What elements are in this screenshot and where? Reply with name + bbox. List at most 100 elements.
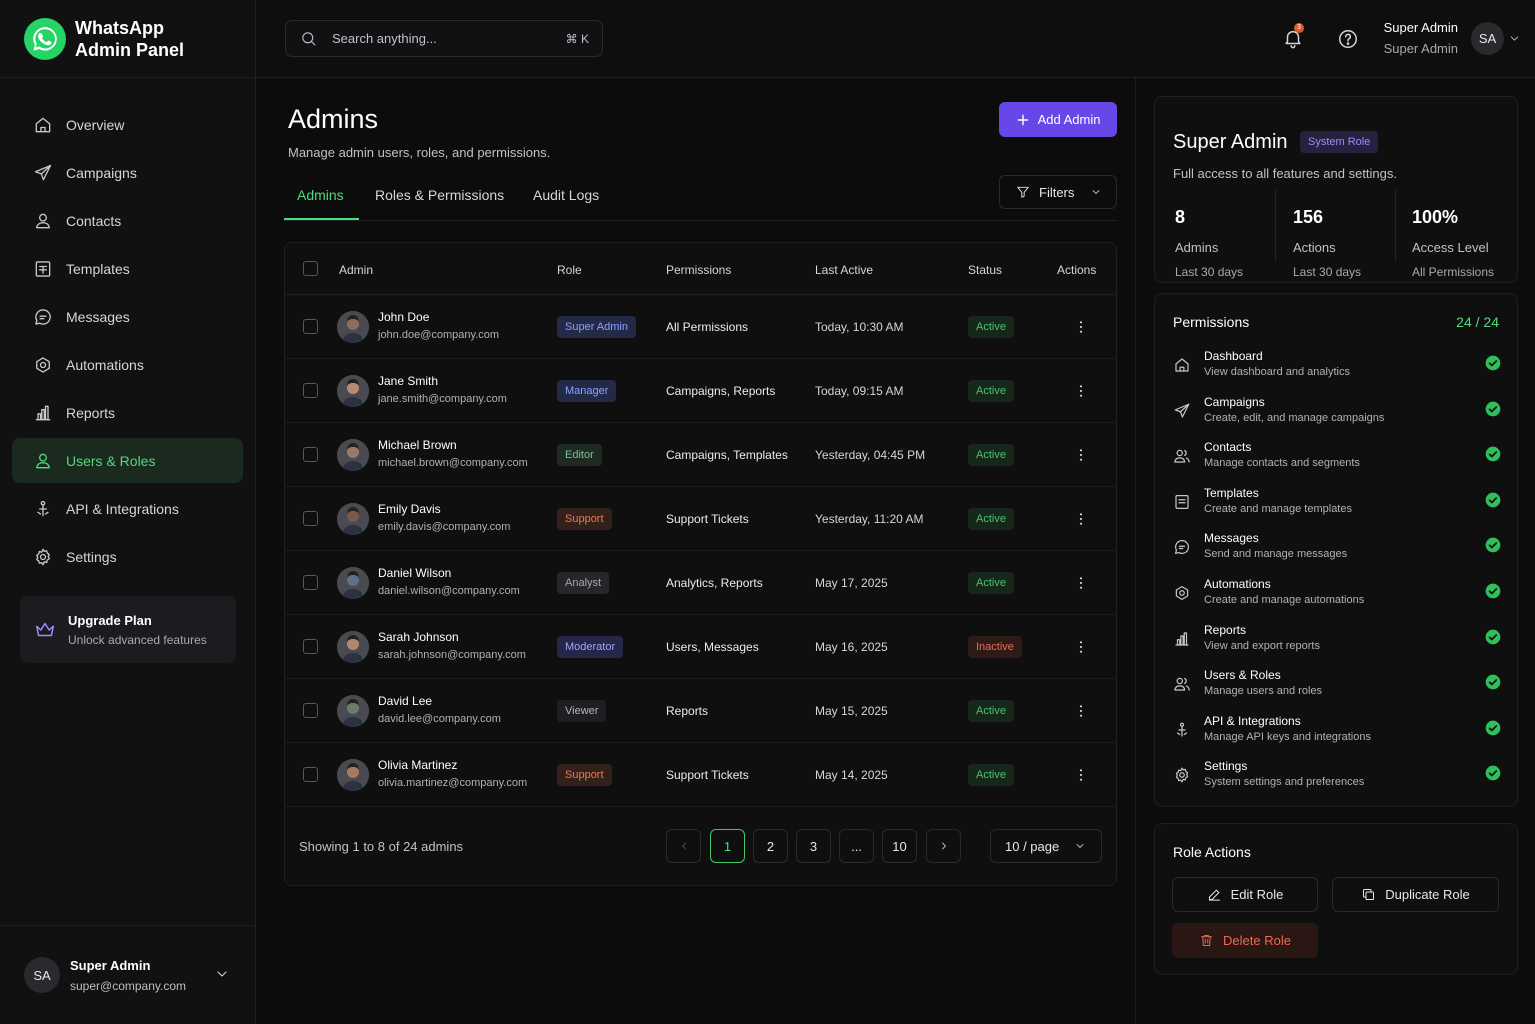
brand[interactable]: WhatsApp Admin Panel [0,0,255,78]
column-header-admin[interactable]: Admin [339,263,373,277]
admin-name[interactable]: Emily Davis [378,502,441,516]
pagination-prev-button[interactable] [666,829,701,863]
more-actions-icon[interactable] [1073,703,1089,719]
table-row[interactable]: Emily Davis emily.davis@company.com Supp… [285,487,1116,551]
chevron-down-icon[interactable] [1508,32,1521,45]
table-row[interactable]: Daniel Wilson daniel.wilson@company.com … [285,551,1116,615]
admin-name[interactable]: Michael Brown [378,438,457,452]
admin-name[interactable]: Sarah Johnson [378,630,459,644]
pagination-page-1[interactable]: 1 [710,829,745,863]
admin-name[interactable]: John Doe [378,310,429,324]
sidebar-item-reports[interactable]: Reports [12,390,243,435]
table-header: Admin Role Permissions Last Active Statu… [285,243,1116,295]
filters-button[interactable]: Filters [999,175,1117,209]
search-input[interactable]: Search anything... ⌘ K [285,20,603,57]
sidebar-item-settings[interactable]: Settings [12,534,243,579]
table-row[interactable]: Sarah Johnson sarah.johnson@company.com … [285,615,1116,679]
pagination-page-10[interactable]: 10 [882,829,917,863]
chevron-down-icon [1074,840,1086,852]
tab-audit-logs[interactable]: Audit Logs [533,187,599,203]
chevron-right-icon [938,840,950,852]
upgrade-plan-card[interactable]: Upgrade Plan Unlock advanced features [20,596,236,663]
column-header-permissions[interactable]: Permissions [666,263,731,277]
send-icon [1173,402,1191,420]
chevron-down-icon[interactable] [214,966,230,982]
last-active-cell: Yesterday, 04:45 PM [815,448,926,462]
sidebar-item-templates[interactable]: Templates [12,246,243,291]
table-row[interactable]: Olivia Martinez olivia.martinez@company.… [285,743,1116,807]
sidebar-item-contacts[interactable]: Contacts [12,198,243,243]
check-circle-icon [1485,674,1501,690]
tab-admins[interactable]: Admins [297,187,344,203]
message-icon [33,307,53,327]
permission-title: Campaigns [1204,394,1265,409]
more-actions-icon[interactable] [1073,511,1089,527]
permission-description: View dashboard and analytics [1204,366,1350,378]
more-actions-icon[interactable] [1073,575,1089,591]
row-checkbox[interactable] [303,767,318,782]
admin-name[interactable]: Jane Smith [378,374,438,388]
more-actions-icon[interactable] [1073,767,1089,783]
status-badge: Active [968,444,1014,466]
row-checkbox[interactable] [303,639,318,654]
table-row[interactable]: John Doe john.doe@company.com Super Admi… [285,295,1116,359]
column-header-status[interactable]: Status [968,263,1002,277]
column-header-last-active[interactable]: Last Active [815,263,873,277]
table-row[interactable]: Jane Smith jane.smith@company.com Manage… [285,359,1116,423]
per-page-select[interactable]: 10 / page [990,829,1102,863]
row-checkbox[interactable] [303,703,318,718]
row-checkbox[interactable] [303,575,318,590]
more-actions-icon[interactable] [1073,383,1089,399]
topbar-user-info: Super Admin Super Admin [1380,20,1458,56]
add-admin-label: Add Admin [1037,112,1101,127]
sidebar-item-messages[interactable]: Messages [12,294,243,339]
stat-sub: All Permissions [1412,265,1495,279]
sidebar-item-overview[interactable]: Overview [12,102,243,147]
sidebar-item-api-integrations[interactable]: API & Integrations [12,486,243,531]
admin-name[interactable]: Daniel Wilson [378,566,451,580]
permission-title: Settings [1204,759,1248,774]
avatar[interactable]: SA [1471,22,1504,55]
column-header-role[interactable]: Role [557,263,582,277]
add-admin-button[interactable]: Add Admin [999,102,1117,137]
role-badge: Analyst [557,572,610,594]
search-icon [300,30,317,47]
pagination-next-button[interactable] [926,829,961,863]
permissions-cell: Reports [666,704,709,718]
sidebar-item-campaigns[interactable]: Campaigns [12,150,243,195]
avatar [337,695,369,727]
help-icon[interactable] [1337,28,1359,50]
duplicate-role-button[interactable]: Duplicate Role [1332,877,1499,912]
admin-name[interactable]: David Lee [378,694,432,708]
more-actions-icon[interactable] [1073,319,1089,335]
delete-role-button[interactable]: Delete Role [1172,923,1318,958]
more-actions-icon[interactable] [1073,639,1089,655]
pagination-page-2[interactable]: 2 [753,829,788,863]
admin-email: olivia.martinez@company.com [378,777,528,789]
tab-roles-permissions[interactable]: Roles & Permissions [375,187,504,203]
last-active-cell: May 14, 2025 [815,768,888,782]
permission-title: Automations [1204,577,1271,591]
sidebar-user-menu[interactable]: SA Super Admin super@company.com [0,925,256,1024]
bell-icon[interactable]: 3 [1282,23,1304,49]
check-circle-icon [1485,355,1501,371]
permission-item: Templates Create and manage templates [1173,486,1501,526]
admin-name[interactable]: Olivia Martinez [378,758,457,772]
pagination-page-3[interactable]: 3 [796,829,831,863]
sidebar-item-users-roles[interactable]: Users & Roles [12,438,243,483]
row-checkbox[interactable] [303,319,318,334]
row-checkbox[interactable] [303,383,318,398]
permission-title: Templates [1204,485,1259,500]
more-actions-icon[interactable] [1073,447,1089,463]
row-checkbox[interactable] [303,447,318,462]
permission-title: Messages [1204,531,1259,546]
table-row[interactable]: David Lee david.lee@company.com Viewer R… [285,679,1116,743]
edit-role-button[interactable]: Edit Role [1172,877,1318,912]
table-row[interactable]: Michael Brown michael.brown@company.com … [285,423,1116,487]
sidebar-nav: Overview Campaigns Contacts Templates Me… [0,78,255,579]
select-all-checkbox[interactable] [303,261,318,276]
sidebar-item-automations[interactable]: Automations [12,342,243,387]
permission-item: Automations Create and manage automation… [1173,577,1501,617]
row-checkbox[interactable] [303,511,318,526]
permission-description: Manage users and roles [1204,685,1323,698]
